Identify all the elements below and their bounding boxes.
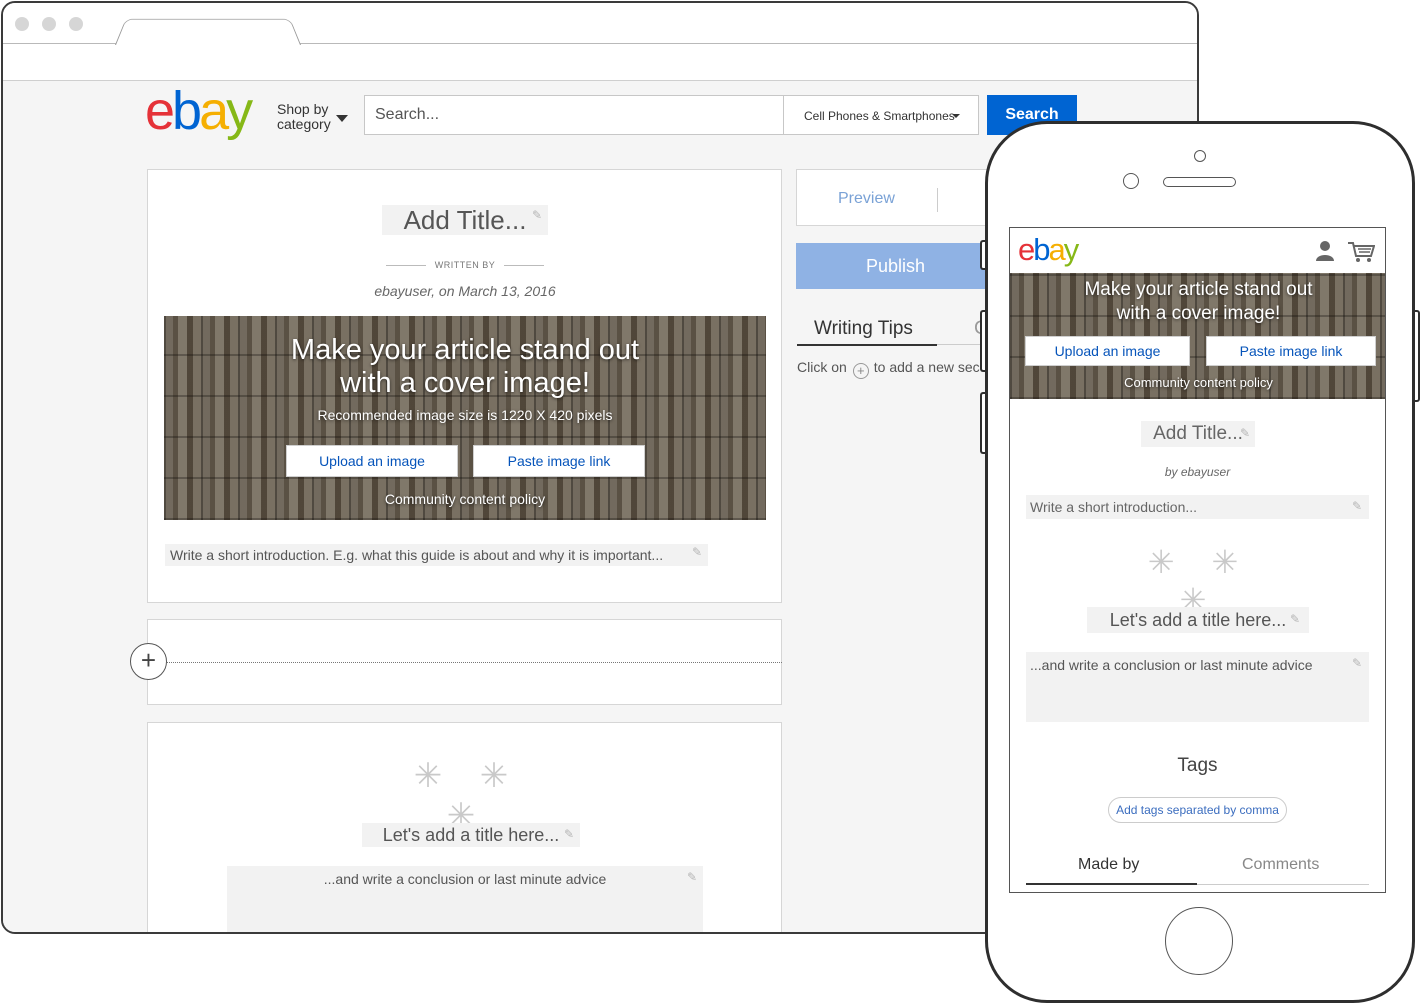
ebay-logo[interactable]: ebay bbox=[145, 81, 253, 141]
phone-screen: ebay Make your article stand out with a … bbox=[1009, 227, 1386, 893]
mobile-active-tab-indicator bbox=[1026, 883, 1197, 885]
cover-image-area: Make your article stand out with a cover… bbox=[164, 316, 766, 520]
logo-letter-y: y bbox=[226, 81, 253, 141]
category-label: category bbox=[277, 116, 331, 132]
user-icon[interactable] bbox=[1315, 240, 1335, 262]
browser-chrome bbox=[3, 3, 1197, 81]
tip-text-prefix: Click on bbox=[797, 359, 847, 375]
pencil-icon: ✎ bbox=[564, 827, 575, 841]
mobile-tags-input[interactable]: Add tags separated by comma bbox=[1108, 797, 1287, 823]
conclusion-input[interactable]: ...and write a conclusion or last minute… bbox=[227, 866, 703, 932]
browser-tab[interactable] bbox=[115, 18, 301, 45]
pencil-icon: ✎ bbox=[1352, 499, 1363, 513]
mobile-title-placeholder: Add Title... bbox=[1153, 423, 1243, 444]
front-camera bbox=[1123, 173, 1139, 189]
pencil-icon: ✎ bbox=[692, 545, 703, 559]
logo-letter-a: a bbox=[199, 81, 229, 141]
logo-letter-a: a bbox=[1048, 232, 1066, 267]
mobile-conclusion-input[interactable]: ...and write a conclusion or last minute… bbox=[1026, 652, 1369, 722]
mobile-intro-input[interactable]: Write a short introduction... bbox=[1026, 495, 1369, 519]
conclusion-placeholder: ...and write a conclusion or last minute… bbox=[323, 871, 607, 887]
window-minimize-dot[interactable] bbox=[42, 17, 56, 31]
cover-heading-line2: with a cover image! bbox=[340, 367, 590, 399]
section-title-placeholder: Let's add a title here... bbox=[382, 825, 560, 845]
cover-size-hint: Recommended image size is 1220 X 420 pix… bbox=[317, 407, 613, 423]
window-maximize-dot[interactable] bbox=[69, 17, 83, 31]
mobile-cover-image-area: Make your article stand out with a cover… bbox=[1010, 273, 1385, 399]
add-section-button[interactable]: + bbox=[130, 643, 167, 680]
cover-heading: Make your article stand out with a cover… bbox=[164, 334, 766, 400]
pencil-icon: ✎ bbox=[687, 870, 698, 884]
pencil-icon: ✎ bbox=[1352, 656, 1363, 670]
active-tab-indicator bbox=[797, 344, 937, 346]
community-policy-link[interactable]: Community content policy bbox=[164, 491, 766, 507]
category-select[interactable]: Cell Phones & Smartphones bbox=[783, 95, 979, 135]
mobile-title-input[interactable]: Add Title... bbox=[1141, 421, 1255, 447]
window-close-dot[interactable] bbox=[15, 17, 29, 31]
logo-letter-b: b bbox=[172, 81, 202, 141]
mobile-tab-comments[interactable]: Comments bbox=[1242, 856, 1319, 874]
caret-down-icon bbox=[952, 114, 960, 118]
preview-panel bbox=[796, 169, 996, 226]
mobile-paste-image-link-button[interactable]: Paste image link bbox=[1206, 336, 1376, 366]
article-title-placeholder: Add Title... bbox=[403, 205, 527, 235]
logo-letter-e: e bbox=[145, 81, 175, 141]
intro-input[interactable]: Write a short introduction. E.g. what th… bbox=[165, 544, 708, 566]
tab-writing-tips[interactable]: Writing Tips bbox=[814, 318, 913, 340]
mobile-ebay-logo[interactable]: ebay bbox=[1018, 232, 1079, 267]
article-title-input[interactable]: Add Title... bbox=[382, 205, 548, 235]
tip-text-suffix: to add a new sec bbox=[873, 359, 980, 375]
mobile-section-title-input[interactable]: Let's add a title here... bbox=[1087, 607, 1309, 633]
logo-letter-b: b bbox=[1033, 232, 1050, 267]
writing-tip-text: Click on + to add a new sec bbox=[797, 359, 980, 379]
mobile-tags-heading: Tags bbox=[1177, 755, 1218, 776]
mobile-byline: by ebayuser bbox=[1164, 465, 1231, 479]
author-byline: ebayuser, on March 13, 2016 bbox=[374, 283, 556, 299]
earpiece-speaker bbox=[1163, 177, 1236, 187]
mobile-cover-heading-line1: Make your article stand out bbox=[1084, 279, 1313, 300]
publish-button[interactable]: Publish bbox=[796, 243, 996, 289]
mobile-conclusion-placeholder: ...and write a conclusion or last minute… bbox=[1030, 657, 1313, 673]
cart-icon[interactable] bbox=[1347, 241, 1375, 263]
home-button[interactable] bbox=[1165, 907, 1233, 975]
mobile-cover-heading-line2: with a cover image! bbox=[1116, 303, 1281, 324]
pencil-icon: ✎ bbox=[1240, 426, 1251, 440]
pencil-icon: ✎ bbox=[532, 208, 543, 222]
pencil-icon: ✎ bbox=[1290, 612, 1301, 626]
proximity-sensor bbox=[1194, 150, 1206, 162]
preview-button[interactable]: Preview bbox=[838, 190, 895, 208]
mobile-section-title-placeholder: Let's add a title here... bbox=[1109, 610, 1287, 630]
search-input[interactable]: Search... bbox=[364, 95, 784, 135]
written-by-label: WRITTEN BY bbox=[386, 260, 544, 270]
plus-circle-icon: + bbox=[852, 363, 869, 379]
mobile-intro-placeholder: Write a short introduction... bbox=[1030, 499, 1198, 515]
mobile-upload-image-button[interactable]: Upload an image bbox=[1025, 336, 1190, 366]
mobile-community-policy-link[interactable]: Community content policy bbox=[1010, 375, 1385, 390]
category-select-value: Cell Phones & Smartphones bbox=[804, 109, 955, 123]
section-title-input[interactable]: Let's add a title here... bbox=[362, 823, 580, 847]
upload-image-button[interactable]: Upload an image bbox=[286, 445, 458, 477]
logo-letter-e: e bbox=[1018, 232, 1035, 267]
chevron-down-icon bbox=[336, 115, 348, 122]
preview-separator bbox=[937, 188, 938, 212]
intro-placeholder: Write a short introduction. E.g. what th… bbox=[170, 547, 664, 563]
logo-letter-y: y bbox=[1063, 232, 1079, 267]
paste-image-link-button[interactable]: Paste image link bbox=[473, 445, 645, 477]
shop-by-category-button[interactable]: Shop by category bbox=[277, 102, 331, 132]
section-divider bbox=[167, 662, 782, 663]
mobile-cover-heading: Make your article stand out with a cover… bbox=[1010, 278, 1385, 326]
shop-by-label: Shop by bbox=[277, 101, 329, 117]
cover-heading-line1: Make your article stand out bbox=[290, 334, 640, 366]
mobile-tab-made-by[interactable]: Made by bbox=[1078, 856, 1139, 874]
